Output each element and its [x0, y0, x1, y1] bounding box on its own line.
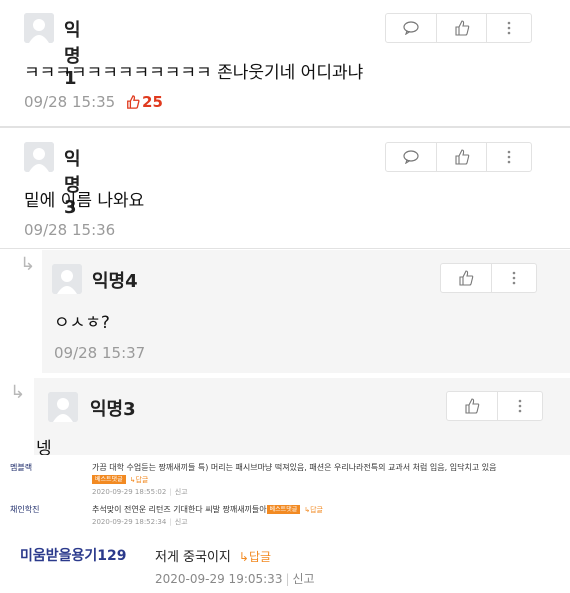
- reply-link[interactable]: ↳답글: [130, 476, 149, 484]
- comment-username: 익명3: [90, 399, 136, 420]
- embedded-comment-text: 가끔 대학 수업듣는 짱깨새끼들 특) 머리는 패시브마냥 떡져있음, 패션은 …: [92, 463, 497, 472]
- comment-more-button[interactable]: [486, 14, 531, 42]
- report-link[interactable]: 신고: [175, 518, 188, 526]
- reply-comment-1: 익명4 ㅇㅅㅎ? 09/28 15:37: [42, 250, 570, 373]
- speech-bubble-icon: [403, 21, 419, 35]
- avatar-person-icon: [52, 264, 82, 294]
- like-count: 25: [126, 93, 163, 111]
- embedded-main-meta: 2020-09-29 19:05:33 | 신고: [155, 570, 315, 587]
- reply-comment-2: 익명3 넹: [34, 378, 570, 459]
- reply-link[interactable]: ↳답글: [239, 550, 271, 564]
- thumbs-up-icon: [459, 270, 474, 286]
- comment-action-bar: [446, 391, 543, 421]
- embedded-main-username: 미움받을용기129: [20, 548, 127, 564]
- embedded-main-line: 저게 중국이지 ↳답글: [155, 546, 271, 565]
- avatar-person-icon: [24, 142, 54, 172]
- embedded-main-text: 저게 중국이지: [155, 550, 231, 565]
- report-link[interactable]: 신고: [293, 572, 315, 586]
- comment-like-button[interactable]: [447, 392, 497, 420]
- embedded-username: 채인학진: [10, 505, 40, 514]
- comment-timestamp: 09/28 15:36: [24, 221, 116, 239]
- comment-action-bar: [385, 142, 532, 172]
- reply-arrow-icon: ↳: [10, 382, 26, 403]
- like-count-value: 25: [142, 93, 163, 111]
- embedded-username: 멤블랙: [10, 463, 33, 472]
- divider: [0, 126, 570, 128]
- thumbs-up-icon: [454, 149, 469, 165]
- embedded-badge-line: 베스트댓글 ↳답글: [92, 475, 148, 485]
- vertical-dots-icon: [507, 150, 511, 164]
- comment-text: ㅋㅋㅋㅋㅋㅋㅋㅋㅋㅋㅋㅋ 존나웃기네 어디과냐: [24, 63, 364, 83]
- thumbs-up-icon: [465, 398, 480, 414]
- embedded-meta: 2020-09-29 18:52:34 | 신고: [92, 517, 188, 527]
- best-comment-badge: 베스트댓글: [266, 505, 301, 514]
- comment-meta: 09/28 15:35 25: [24, 93, 163, 111]
- comment-timestamp: 09/28 15:35: [24, 93, 116, 111]
- thumbs-up-icon: [127, 95, 140, 109]
- embedded-meta: 2020-09-29 18:55:02 | 신고: [92, 487, 188, 497]
- avatar-person-icon: [24, 13, 54, 43]
- comment-text: ㅇㅅㅎ?: [54, 313, 110, 333]
- comment-like-button[interactable]: [436, 143, 486, 171]
- best-comment-badge: 베스트댓글: [92, 475, 126, 484]
- comment-more-button[interactable]: [497, 392, 542, 420]
- comment-like-button[interactable]: [436, 14, 486, 42]
- vertical-dots-icon: [512, 271, 516, 285]
- comment-text: 밑에 이름 나와요: [24, 191, 145, 211]
- separator: |: [169, 518, 172, 526]
- avatar-person-icon: [48, 392, 78, 422]
- comment-more-button[interactable]: [486, 143, 531, 171]
- comment-reply-button[interactable]: [386, 143, 436, 171]
- comment-like-button[interactable]: [441, 264, 491, 292]
- comment-reply-button[interactable]: [386, 14, 436, 42]
- vertical-dots-icon: [507, 21, 511, 35]
- reply-link[interactable]: ↳답글: [304, 506, 323, 514]
- comment-action-bar: [440, 263, 537, 293]
- embedded-comment-line: 추석맞이 전연운 리턴즈 기대한다 씨발 짱깨새끼들아 베스트댓글 ↳답글: [92, 504, 323, 515]
- separator: |: [169, 488, 172, 496]
- embedded-timestamp: 2020-09-29 18:55:02: [92, 488, 167, 496]
- embedded-timestamp: 2020-09-29 18:52:34: [92, 518, 167, 526]
- comment-username: 익명4: [92, 271, 138, 292]
- thumbs-up-icon: [454, 20, 469, 36]
- comment-more-button[interactable]: [491, 264, 536, 292]
- speech-bubble-icon: [403, 150, 419, 164]
- embedded-main-timestamp: 2020-09-29 19:05:33: [155, 572, 283, 586]
- embedded-comment-text: 추석맞이 전연운 리턴즈 기대한다 씨발 짱깨새끼들아: [92, 505, 267, 514]
- report-link[interactable]: 신고: [175, 488, 188, 496]
- comment-action-bar: [385, 13, 532, 43]
- comment-timestamp: 09/28 15:37: [54, 344, 146, 362]
- reply-arrow-icon: ↳: [20, 254, 36, 275]
- separator: |: [285, 572, 290, 586]
- divider: [0, 248, 570, 249]
- vertical-dots-icon: [518, 399, 522, 413]
